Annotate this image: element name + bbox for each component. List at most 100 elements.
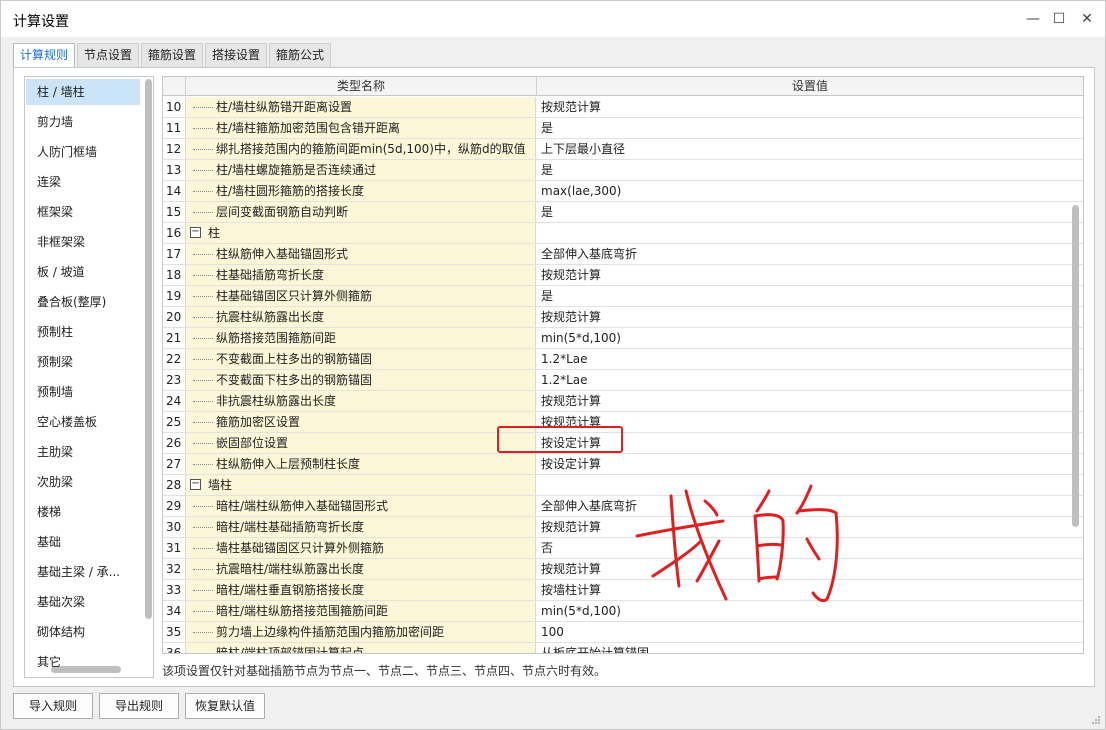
reset-defaults-button[interactable]: 恢复默认值 [185,693,265,719]
resize-grip-icon[interactable] [1091,715,1101,725]
group-row[interactable]: 16− 柱 [163,223,1083,244]
tab-calc-rules[interactable]: 计算规则 [13,43,76,68]
table-row[interactable]: 15 层间变截面钢筋自动判断 是 [163,202,1083,223]
setting-value-cell[interactable]: 全部伸入基底弯折 [537,244,1083,264]
tab-lap-settings[interactable]: 搭接设置 [205,43,268,67]
group-row[interactable]: 28− 墙柱 [163,475,1083,496]
setting-value-cell[interactable]: max(lae,300) [537,181,1083,201]
setting-value-cell[interactable]: 是 [537,118,1083,138]
setting-name: 柱纵筋伸入基础锚固形式 [216,247,349,261]
type-name-cell: 非抗震柱纵筋露出长度 [186,391,536,411]
setting-value-cell[interactable]: 是 [537,286,1083,306]
sidebar-item[interactable]: 空心楼盖板 [26,409,140,435]
table-row[interactable]: 25 箍筋加密区设置 按规范计算 [163,412,1083,433]
tab-stirrup-formula[interactable]: 箍筋公式 [269,43,332,67]
setting-value-cell[interactable]: 上下层最小直径 [537,139,1083,159]
setting-value-cell[interactable]: 1.2*Lae [537,349,1083,369]
setting-value-cell[interactable]: 按规范计算 [537,307,1083,327]
table-row[interactable]: 22 不变截面上柱多出的钢筋锚固 1.2*Lae [163,349,1083,370]
setting-value-cell[interactable]: 按规范计算 [537,391,1083,411]
sidebar-item[interactable]: 预制梁 [26,349,140,375]
tree-connector [193,317,213,318]
table-row[interactable]: 30 暗柱/端柱基础插筋弯折长度 按规范计算 [163,517,1083,538]
sidebar-item[interactable]: 次肋梁 [26,469,140,495]
setting-value-cell[interactable]: 1.2*Lae [537,370,1083,390]
table-row[interactable]: 33 暗柱/端柱垂直钢筋搭接长度 按墙柱计算 [163,580,1083,601]
sidebar-item[interactable]: 剪力墙 [26,109,140,135]
sidebar-item[interactable]: 框架梁 [26,199,140,225]
table-row[interactable]: 27 柱纵筋伸入上层预制柱长度 按设定计算 [163,454,1083,475]
type-name-cell: 暗柱/端柱纵筋伸入基础锚固形式 [186,496,536,516]
sidebar-item[interactable]: 基础次梁 [26,589,140,615]
sidebar-item[interactable]: 非框架梁 [26,229,140,255]
sidebar-item[interactable]: 预制柱 [26,319,140,345]
setting-name: 暗柱/端柱基础插筋弯折长度 [216,520,365,534]
setting-name: 嵌固部位设置 [216,436,289,450]
sidebar-item[interactable]: 柱 / 墙柱 [26,79,140,105]
table-row[interactable]: 20 抗震柱纵筋露出长度 按规范计算 [163,307,1083,328]
sidebar-item[interactable]: 预制墙 [26,379,140,405]
header-row-number [163,77,186,96]
setting-value-cell[interactable]: 100 [537,622,1083,642]
table-row[interactable]: 23 不变截面下柱多出的钢筋锚固 1.2*Lae [163,370,1083,391]
import-rules-button[interactable]: 导入规则 [13,693,93,719]
table-row[interactable]: 35 剪力墙上边缘构件插筋范围内箍筋加密间距 100 [163,622,1083,643]
table-row[interactable]: 24 非抗震柱纵筋露出长度 按规范计算 [163,391,1083,412]
sidebar-item[interactable]: 砌体结构 [26,619,140,645]
tree-connector [193,107,213,108]
category-list[interactable]: 柱 / 墙柱 剪力墙人防门框墙连梁框架梁非框架梁板 / 坡道 叠合板(整厚) 预制柱预… [24,76,154,678]
table-row[interactable]: 14 柱/墙柱圆形箍筋的搭接长度 max(lae,300) [163,181,1083,202]
table-row[interactable]: 26 嵌固部位设置 按设定计算 [163,433,1083,454]
setting-value-cell[interactable]: min(5*d,100) [537,328,1083,348]
setting-value-cell[interactable]: 是 [537,160,1083,180]
table-row[interactable]: 12 绑扎搭接范围内的箍筋间距min(5d,100)中，纵筋d的取值 上下层最小直径 [163,139,1083,160]
table-row[interactable]: 13 柱/墙柱螺旋箍筋是否连续通过 是 [163,160,1083,181]
sidebar-item[interactable]: 基础主梁 / 承... [26,559,140,585]
tab-node-settings[interactable]: 节点设置 [77,43,140,67]
table-row[interactable]: 32 抗震暗柱/端柱纵筋露出长度 按规范计算 [163,559,1083,580]
type-name-cell: 柱/墙柱圆形箍筋的搭接长度 [186,181,536,201]
sidebar-item[interactable]: 人防门框墙 [26,139,140,165]
table-row[interactable]: 11 柱/墙柱箍筋加密范围包含错开距离 是 [163,118,1083,139]
tree-connector [193,338,213,339]
group-label: 柱 [208,226,221,240]
setting-value-cell[interactable]: 按规范计算 [537,97,1083,117]
collapse-icon[interactable]: − [190,227,201,238]
export-rules-button[interactable]: 导出规则 [99,693,179,719]
sidebar-item[interactable]: 板 / 坡道 [26,259,140,285]
setting-value-cell[interactable]: 按规范计算 [537,265,1083,285]
collapse-icon[interactable]: − [190,479,201,490]
sidebar-item[interactable]: 基础 [26,529,140,555]
tree-connector [193,212,213,213]
table-row[interactable]: 19 柱基础锚固区只计算外侧箍筋 是 [163,286,1083,307]
setting-value-cell[interactable]: 按设定计算 [537,454,1083,474]
close-icon[interactable]: ✕ [1077,9,1097,29]
minimize-icon[interactable]: — [1023,9,1043,29]
sidebar-item[interactable]: 楼梯 [26,499,140,525]
table-row[interactable]: 17 柱纵筋伸入基础锚固形式 全部伸入基底弯折 [163,244,1083,265]
table-row[interactable]: 36 暗柱/端柱顶部锚固计算起点 从板底开始计算锚固 [163,643,1083,653]
table-row[interactable]: 10 柱/墙柱纵筋错开距离设置 按规范计算 [163,97,1083,118]
sidebar-item[interactable]: 连梁 [26,169,140,195]
grid-vertical-scrollbar[interactable] [1072,205,1079,527]
header-type-name[interactable]: 类型名称 [186,77,537,96]
table-row[interactable]: 18 柱基础插筋弯折长度 按规范计算 [163,265,1083,286]
type-name-cell: 柱基础插筋弯折长度 [186,265,536,285]
table-row[interactable]: 29 暗柱/端柱纵筋伸入基础锚固形式 全部伸入基底弯折 [163,496,1083,517]
setting-value-cell[interactable]: 是 [537,202,1083,222]
tab-stirrup-settings[interactable]: 箍筋设置 [141,43,204,67]
sidebar-item[interactable]: 其它 [26,649,140,675]
table-row[interactable]: 31 墙柱基础锚固区只计算外侧箍筋否 [163,538,1083,559]
header-setting-value[interactable]: 设置值 [537,77,1083,96]
type-name-cell: 层间变截面钢筋自动判断 [186,202,536,222]
sidebar-item[interactable]: 主肋梁 [26,439,140,465]
maximize-icon[interactable]: ☐ [1049,9,1069,29]
setting-name: 暗柱/端柱垂直钢筋搭接长度 [216,583,365,597]
handwritten-annotation [635,484,839,603]
table-row[interactable]: 21 纵筋搭接范围箍筋间距 min(5*d,100) [163,328,1083,349]
setting-name: 柱基础锚固区只计算外侧箍筋 [216,289,373,303]
sidebar-vertical-scrollbar[interactable] [145,79,152,619]
sidebar-item[interactable]: 叠合板(整厚) [26,289,140,315]
table-row[interactable]: 34 暗柱/端柱纵筋搭接范围箍筋间距 min(5*d,100) [163,601,1083,622]
setting-value-cell[interactable]: 从板底开始计算锚固 [537,643,1083,653]
